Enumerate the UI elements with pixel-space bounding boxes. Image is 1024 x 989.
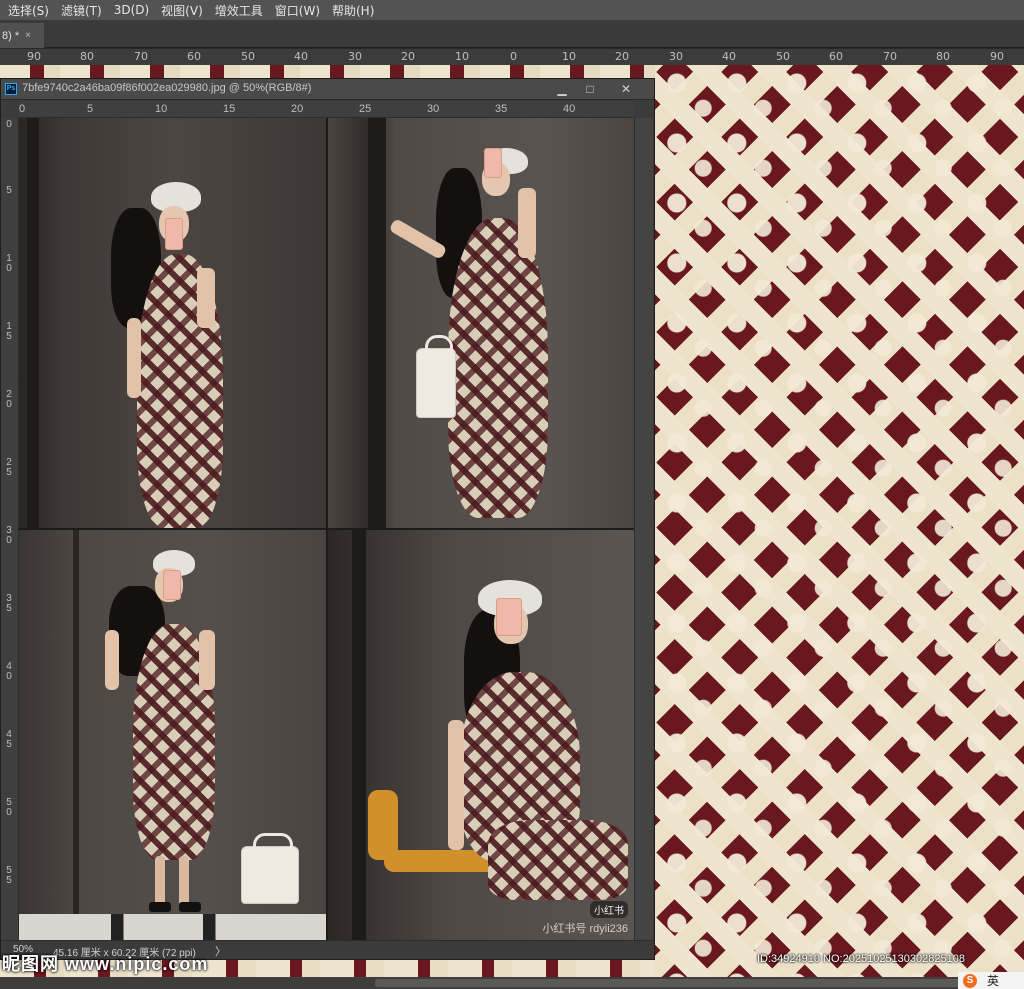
menu-bar: 选择(S) 滤镜(T) 3D(D) 视图(V) 增效工具 窗口(W) 帮助(H) — [0, 0, 1024, 20]
tab-close-icon[interactable]: × — [25, 30, 31, 41]
ruler-label: 1 0 — [6, 253, 12, 274]
status-menu-arrow-icon[interactable]: 〉 — [215, 943, 226, 959]
document-tab-label: 8) * — [2, 29, 20, 42]
person-figure — [388, 148, 548, 528]
door-frame — [73, 530, 79, 940]
document-tab-bar: 8) * × — [0, 20, 1024, 48]
menu-window[interactable]: 窗口(W) — [275, 2, 320, 19]
ruler-label: 30 — [427, 103, 440, 115]
ruler-label: 90 — [990, 50, 1004, 63]
door-frame — [27, 118, 39, 528]
ruler-label: 3 0 — [6, 525, 12, 546]
ruler-label: 40 — [722, 50, 736, 63]
pattern-strip-top — [0, 65, 655, 78]
minimize-button[interactable]: ▁ — [549, 81, 575, 97]
ruler-label: 30 — [669, 50, 683, 63]
ruler-label: 5 0 — [6, 797, 12, 818]
ruler-label: 30 — [348, 50, 362, 63]
ruler-label: 60 — [187, 50, 201, 63]
photoshop-workspace: 选择(S) 滤镜(T) 3D(D) 视图(V) 增效工具 窗口(W) 帮助(H)… — [0, 0, 1024, 989]
ruler-label: 50 — [776, 50, 790, 63]
ruler-label: 20 — [615, 50, 629, 63]
menu-3d[interactable]: 3D(D) — [114, 3, 149, 17]
ruler-label: 50 — [241, 50, 255, 63]
document-vertical-ruler: 0 5 1 0 1 5 2 0 2 5 3 0 3 5 4 0 4 5 5 0 … — [1, 118, 19, 940]
ruler-label: 80 — [80, 50, 94, 63]
ruler-label: 10 — [562, 50, 576, 63]
ruler-label: 0 — [510, 50, 517, 63]
person-figure — [99, 550, 229, 930]
ruler-label: 1 5 — [6, 321, 12, 342]
ime-language[interactable]: 英 — [987, 972, 999, 989]
menu-plugins[interactable]: 增效工具 — [215, 2, 263, 19]
menu-help[interactable]: 帮助(H) — [332, 2, 374, 19]
horizontal-scrollbar[interactable] — [0, 977, 1024, 989]
document-title-bar[interactable]: Ps 7bfe9740c2a46ba09f86f002ea029980.jpg … — [1, 79, 654, 100]
ruler-label: 35 — [495, 103, 508, 115]
ime-indicator[interactable]: S 英 — [958, 972, 1024, 989]
close-button[interactable]: ✕ — [613, 81, 639, 97]
document-tab[interactable]: 8) * × — [0, 23, 44, 48]
ruler-label: 5 — [6, 185, 12, 196]
menu-view[interactable]: 视图(V) — [161, 2, 203, 19]
ruler-label: 2 0 — [6, 389, 12, 410]
ruler-label: 0 — [19, 103, 26, 115]
handbag — [241, 833, 299, 904]
xiaohongshu-badge: 小红书 — [590, 901, 628, 918]
door-frame — [368, 118, 386, 528]
ruler-label: 10 — [155, 103, 168, 115]
main-horizontal-ruler: 90 80 70 60 50 40 30 20 10 0 10 20 30 40… — [0, 49, 1024, 65]
xiaohongshu-watermark: 小红书号 rdyii236 — [542, 923, 628, 935]
ruler-label: 60 — [829, 50, 843, 63]
ruler-label: 25 — [359, 103, 372, 115]
photoshop-icon: Ps — [5, 83, 17, 95]
menu-select[interactable]: 选择(S) — [8, 2, 49, 19]
nipic-watermark: 昵图网 www.nipic.com — [2, 954, 209, 974]
ruler-label: 10 — [455, 50, 469, 63]
door-frame — [352, 530, 366, 940]
menu-filter[interactable]: 滤镜(T) — [61, 2, 102, 19]
ruler-label: 2 5 — [6, 457, 12, 478]
ruler-label: 20 — [291, 103, 304, 115]
photo-panel-bottom-left — [19, 530, 326, 940]
photo-panel-bottom-right: 小红书 小红书号 rdyii236 — [328, 530, 634, 940]
ruler-label: 5 5 — [6, 865, 12, 886]
ruler-label: 15 — [223, 103, 236, 115]
ruler-label: 40 — [563, 103, 576, 115]
ruler-label: 70 — [134, 50, 148, 63]
sogou-icon: S — [963, 973, 977, 988]
image-id-watermark: ID:34924910 NO:20251025130302825108 — [757, 953, 965, 965]
document-horizontal-ruler: 0 5 10 15 20 25 30 35 40 — [19, 101, 634, 118]
document-image[interactable]: 小红书 小红书号 rdyii236 — [19, 118, 634, 940]
ruler-label: 5 — [87, 103, 94, 115]
document-title: 7bfe9740c2a46ba09f86f002ea029980.jpg @ 5… — [22, 82, 312, 94]
ruler-label: 20 — [401, 50, 415, 63]
ruler-label: 4 0 — [6, 661, 12, 682]
ruler-label: 3 5 — [6, 593, 12, 614]
ruler-label: 4 5 — [6, 729, 12, 750]
ruler-label: 70 — [883, 50, 897, 63]
ruler-label: 40 — [294, 50, 308, 63]
vertical-scrollbar[interactable] — [634, 118, 653, 940]
ruler-label: 80 — [936, 50, 950, 63]
scrollbar-thumb[interactable] — [375, 979, 995, 987]
ruler-label: 90 — [27, 50, 41, 63]
person-figure — [398, 580, 628, 940]
photo-panel-top-right — [328, 118, 634, 528]
photo-panel-top-left — [19, 118, 326, 528]
maximize-button[interactable]: □ — [577, 81, 603, 97]
ruler-label: 0 — [6, 119, 12, 130]
document-window[interactable]: Ps 7bfe9740c2a46ba09f86f002ea029980.jpg … — [0, 78, 655, 960]
handbag — [416, 335, 456, 418]
person-figure — [107, 178, 227, 528]
